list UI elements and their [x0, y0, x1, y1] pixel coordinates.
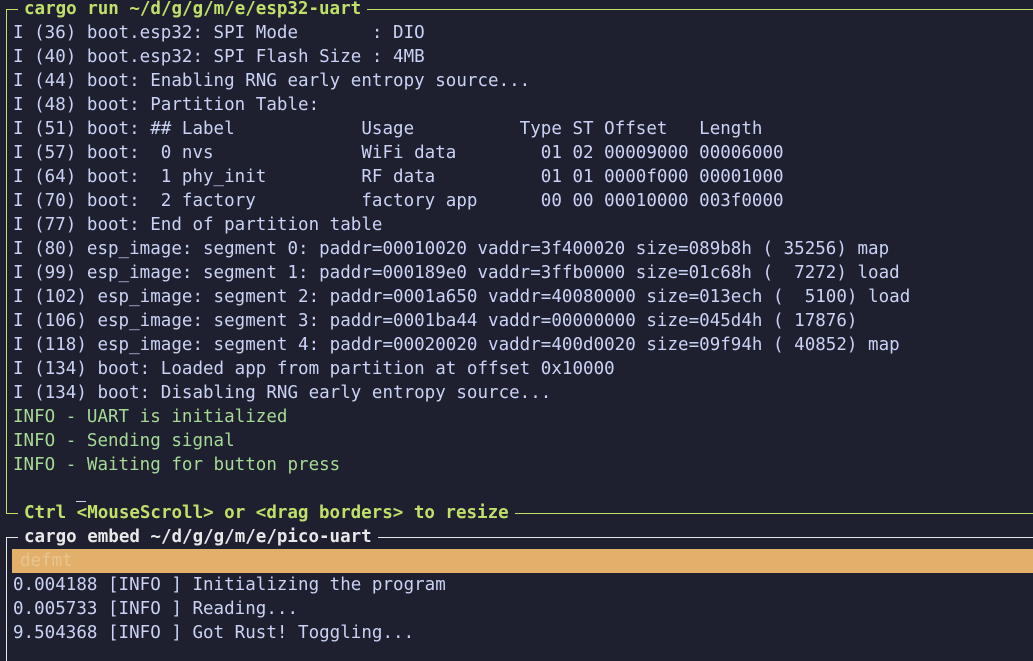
log-line: I (36) boot.esp32: SPI Mode : DIO	[13, 23, 425, 43]
log-line: I (118) esp_image: segment 4: paddr=0002…	[13, 335, 900, 355]
log-line: I (80) esp_image: segment 0: paddr=00010…	[13, 239, 890, 259]
log-line: I (77) boot: End of partition table	[13, 215, 383, 235]
pane-left-border[interactable]	[6, 9, 7, 514]
log-line: I (51) boot: ## Label Usage Type ST Offs…	[13, 119, 763, 139]
tab-defmt[interactable]: defmt	[12, 549, 1033, 573]
log-line: I (106) esp_image: segment 3: paddr=0001…	[13, 311, 858, 331]
log-line: I (40) boot.esp32: SPI Flash Size : 4MB	[13, 47, 425, 67]
log-line: 0.004188 [INFO ] Initializing the progra…	[13, 575, 446, 595]
log-line: I (134) boot: Disabling RNG early entrop…	[13, 383, 552, 403]
resize-hint: Ctrl <MouseScroll> or <drag borders> to …	[18, 502, 515, 524]
pane-title: cargo embed ~/d/g/g/m/e/pico-uart	[18, 526, 378, 548]
log-line: I (134) boot: Loaded app from partition …	[13, 359, 615, 379]
pane-title: cargo run ~/d/g/g/m/e/esp32-uart	[18, 0, 368, 20]
log-line: I (99) esp_image: segment 1: paddr=00018…	[13, 263, 900, 283]
log-line: I (102) esp_image: segment 2: paddr=0001…	[13, 287, 911, 307]
log-line: I (44) boot: Enabling RNG early entropy …	[13, 71, 531, 91]
log-line: I (64) boot: 1 phy_init RF data 01 01 00…	[13, 167, 784, 187]
prompt-line[interactable]	[13, 477, 1033, 523]
info-log-line: INFO - Waiting for button press	[13, 455, 341, 475]
terminal-output[interactable]: defmt 0.004188 [INFO ] Initializing the …	[12, 549, 1033, 645]
pane-left-border[interactable]	[6, 537, 7, 661]
esp32-uart-pane[interactable]: cargo run ~/d/g/g/m/e/esp32-uart I (36) …	[0, 0, 1033, 524]
log-line: I (70) boot: 2 factory factory app 00 00…	[13, 191, 784, 211]
log-line: I (48) boot: Partition Table:	[13, 95, 320, 115]
pico-uart-pane[interactable]: cargo embed ~/d/g/g/m/e/pico-uart defmt …	[0, 526, 1033, 661]
log-line: I (57) boot: 0 nvs WiFi data 01 02 00009…	[13, 143, 784, 163]
log-line: 9.504368 [INFO ] Got Rust! Toggling...	[13, 623, 415, 643]
info-log-line: INFO - Sending signal	[13, 431, 235, 451]
info-log-line: INFO - UART is initialized	[13, 407, 288, 427]
log-line: 0.005733 [INFO ] Reading...	[13, 599, 299, 619]
terminal-output[interactable]: I (36) boot.esp32: SPI Mode : DIO I (40)…	[13, 21, 1033, 523]
